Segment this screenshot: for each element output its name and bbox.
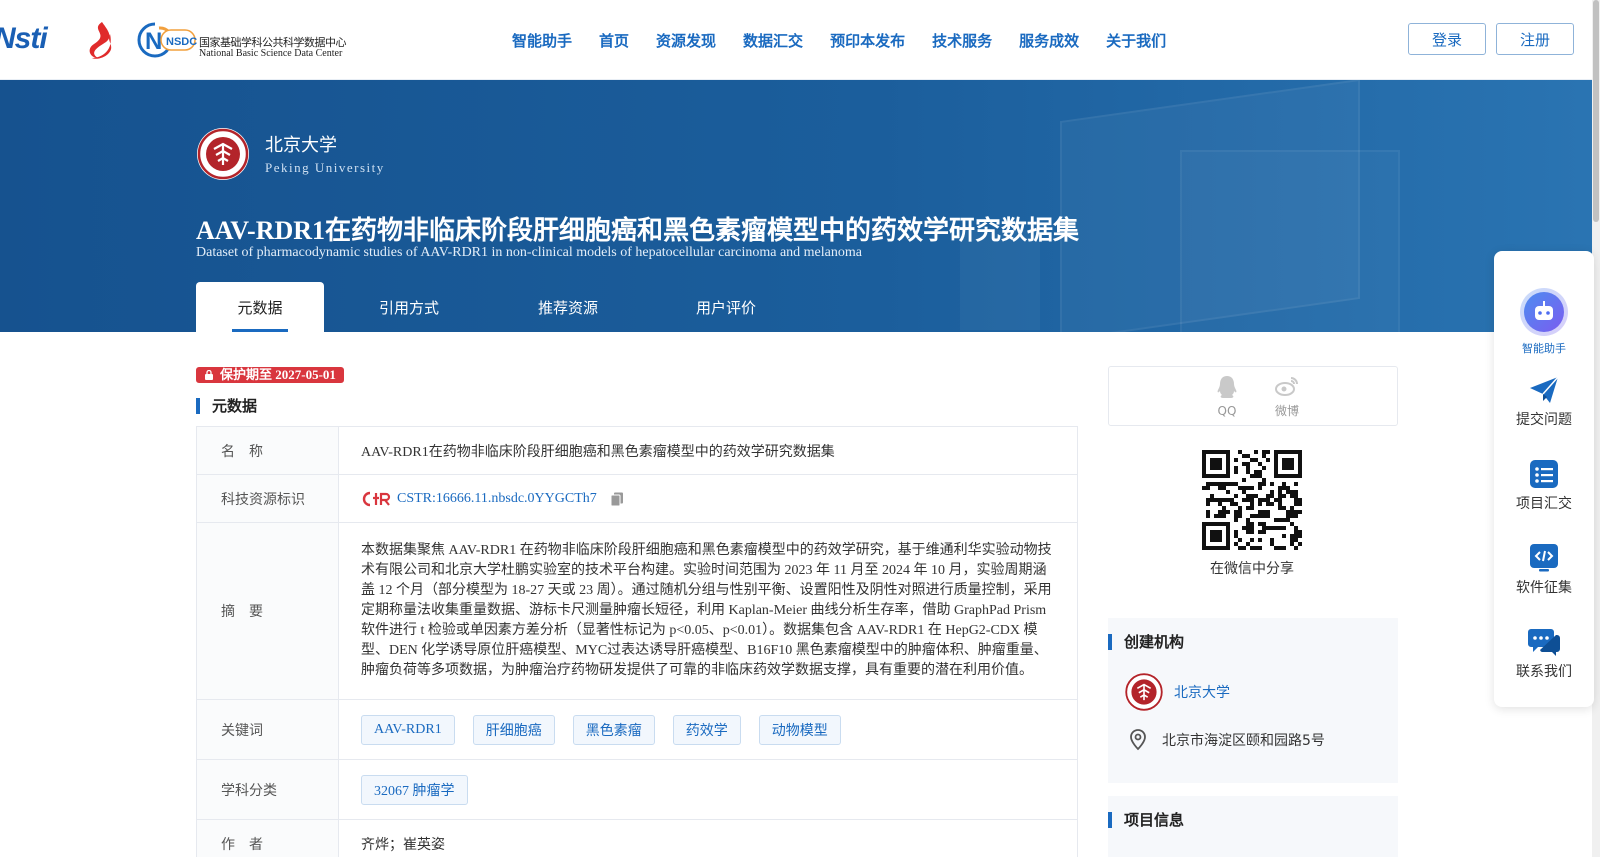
- nav-data-submission[interactable]: 数据汇交: [743, 30, 803, 51]
- chat-icon: [1528, 629, 1560, 656]
- keyword-chip[interactable]: 动物模型: [758, 714, 841, 745]
- org-item[interactable]: 北京大学: [1124, 672, 1230, 712]
- subject-chip[interactable]: 32067 肿瘤学: [361, 774, 468, 805]
- main-nav: 智能助手 首页 资源发现 数据汇交 预印本发布 技术服务 服务成效 关于我们: [512, 0, 1193, 80]
- tab-metadata[interactable]: 元数据: [196, 282, 324, 332]
- tab-user-reviews[interactable]: 用户评价: [642, 282, 810, 332]
- register-button[interactable]: 注册: [1496, 23, 1574, 55]
- nav-service-effect[interactable]: 服务成效: [1019, 30, 1079, 51]
- pku-emblem-icon: [1124, 672, 1164, 712]
- dataset-tabs: 元数据 引用方式 推荐资源 用户评价: [196, 282, 810, 332]
- code-icon: [1530, 544, 1558, 572]
- floating-toolbar: 智能助手 提交问题 项目汇交 软件征集 联系我们: [1494, 251, 1594, 707]
- nstl-logo[interactable]: Nsti: [0, 22, 48, 56]
- meta-value-keywords: AAV-RDR1 肝细胞癌 黑色素瘤 药效学 动物模型: [339, 700, 1077, 759]
- nav-preprint[interactable]: 预印本发布: [830, 30, 905, 51]
- meta-key-abstract: 摘 要: [197, 523, 339, 699]
- nsdc-emblem-icon: N NSDC: [137, 22, 197, 58]
- robot-icon: [1520, 288, 1568, 336]
- institution-name-en: Peking University: [265, 160, 385, 175]
- nav-tech-service[interactable]: 技术服务: [932, 30, 992, 51]
- tab-citation[interactable]: 引用方式: [324, 282, 494, 332]
- lock-icon: [205, 370, 213, 380]
- metadata-table: 名 称 AAV-RDR1在药物非临床阶段肝细胞癌和黑色素瘤模型中的药效学研究数据…: [196, 426, 1078, 857]
- dataset-title: AAV-RDR1在药物非临床阶段肝细胞癌和黑色素瘤模型中的药效学研究数据集: [196, 216, 1080, 245]
- table-row: 学科分类 32067 肿瘤学: [197, 760, 1077, 820]
- pku-emblem-icon: [197, 128, 249, 180]
- project-info-panel: 项目信息: [1108, 796, 1398, 857]
- cstr-logo-icon: [362, 491, 391, 506]
- tab-recommended[interactable]: 推荐资源: [494, 282, 642, 332]
- copy-icon[interactable]: [609, 491, 625, 507]
- float-ai-assistant[interactable]: 智能助手: [1494, 287, 1594, 356]
- nsdc-logo[interactable]: N NSDC 国家基础学科公共科学数据中心 National Basic Sci…: [135, 20, 355, 60]
- svg-text:NSDC: NSDC: [166, 36, 197, 48]
- weibo-icon: [1275, 377, 1298, 396]
- meta-value-abstract: 本数据集聚焦 AAV-RDR1 在药物非临床阶段肝细胞癌和黑色素瘤模型中的药效学…: [339, 523, 1077, 699]
- keyword-chip[interactable]: 黑色素瘤: [572, 714, 655, 745]
- meta-key-name: 名 称: [197, 427, 339, 474]
- meta-key-authors: 作 者: [197, 820, 339, 857]
- keyword-chip[interactable]: AAV-RDR1: [361, 714, 455, 745]
- share-weibo-button[interactable]: 微博: [1267, 375, 1307, 419]
- qr-caption: 在微信中分享: [1210, 561, 1294, 577]
- float-software-collection[interactable]: 软件征集: [1494, 543, 1594, 597]
- table-row: 关键词 AAV-RDR1 肝细胞癌 黑色素瘤 药效学 动物模型: [197, 700, 1077, 760]
- meta-key-cstr: 科技资源标识: [197, 475, 339, 522]
- flame-logo-icon[interactable]: [80, 20, 122, 60]
- share-qq-button[interactable]: QQ: [1207, 375, 1247, 418]
- table-row: 作 者 齐烨；崔英姿: [197, 820, 1077, 857]
- panel-title-org: 创建机构: [1108, 632, 1184, 652]
- org-address: 北京市海淀区颐和园路5号: [1162, 733, 1325, 749]
- nav-about-us[interactable]: 关于我们: [1106, 30, 1166, 51]
- protection-badge: 保护期至 2027-05-01: [196, 367, 344, 383]
- meta-value-name: AAV-RDR1在药物非临床阶段肝细胞癌和黑色素瘤模型中的药效学研究数据集: [361, 444, 835, 460]
- qq-icon: [1217, 376, 1237, 398]
- paper-plane-icon: [1530, 376, 1559, 403]
- institution-name-cn: 北京大学: [265, 135, 337, 156]
- nav-resource-discovery[interactable]: 资源发现: [656, 30, 716, 51]
- wechat-qr-code: [1202, 450, 1302, 550]
- banner-decoration: [1180, 150, 1400, 332]
- nsdc-logo-en: National Basic Science Data Center: [199, 48, 343, 59]
- meta-value-cstr: CSTR:16666.11.nbsdc.0YYGCTh7: [339, 475, 1077, 522]
- section-title-metadata: 元数据: [196, 396, 257, 416]
- table-row: 科技资源标识 CSTR:16666.11.nbsdc.0YYGCTh7: [197, 475, 1077, 523]
- org-address-row: 北京市海淀区颐和园路5号: [1128, 728, 1325, 752]
- svg-text:N: N: [145, 28, 162, 55]
- float-submit-question[interactable]: 提交问题: [1494, 375, 1594, 429]
- table-row: 摘 要 本数据集聚焦 AAV-RDR1 在药物非临床阶段肝细胞癌和黑色素瘤模型中…: [197, 523, 1077, 700]
- location-pin-icon: [1130, 729, 1146, 751]
- dataset-title-en: Dataset of pharmacodynamic studies of AA…: [196, 245, 862, 260]
- keyword-chip[interactable]: 药效学: [672, 714, 741, 745]
- meta-value-authors: 齐烨；崔英姿: [361, 838, 445, 853]
- table-row: 名 称 AAV-RDR1在药物非临床阶段肝细胞癌和黑色素瘤模型中的药效学研究数据…: [197, 427, 1077, 475]
- dataset-banner: 北京大学 Peking University AAV-RDR1在药物非临床阶段肝…: [0, 80, 1592, 332]
- login-button[interactable]: 登录: [1408, 23, 1486, 55]
- nav-home[interactable]: 首页: [599, 30, 629, 51]
- float-project-submission[interactable]: 项目汇交: [1494, 459, 1594, 513]
- share-box: QQ 微博: [1108, 366, 1398, 426]
- org-name-link[interactable]: 北京大学: [1174, 682, 1230, 702]
- float-contact-us[interactable]: 联系我们: [1494, 627, 1594, 681]
- creator-org-panel: 创建机构 北京大学 北京市海淀区颐和园路5号: [1108, 618, 1398, 783]
- cstr-link[interactable]: CSTR:16666.11.nbsdc.0YYGCTh7: [397, 491, 597, 507]
- panel-title-project: 项目信息: [1108, 810, 1184, 830]
- keyword-chip[interactable]: 肝细胞癌: [472, 714, 555, 745]
- meta-key-keywords: 关键词: [197, 700, 339, 759]
- meta-value-subject: 32067 肿瘤学: [339, 760, 1077, 819]
- scrollbar-thumb[interactable]: [1593, 0, 1599, 222]
- nav-ai-assistant[interactable]: 智能助手: [512, 30, 572, 51]
- list-icon: [1530, 460, 1558, 488]
- abstract-text: 本数据集聚焦 AAV-RDR1 在药物非临床阶段肝细胞癌和黑色素瘤模型中的药效学…: [361, 543, 1052, 678]
- meta-key-subject: 学科分类: [197, 760, 339, 819]
- site-header: Nsti N NSDC 国家基础学科公共科学数据中心 National Basi…: [0, 0, 1600, 80]
